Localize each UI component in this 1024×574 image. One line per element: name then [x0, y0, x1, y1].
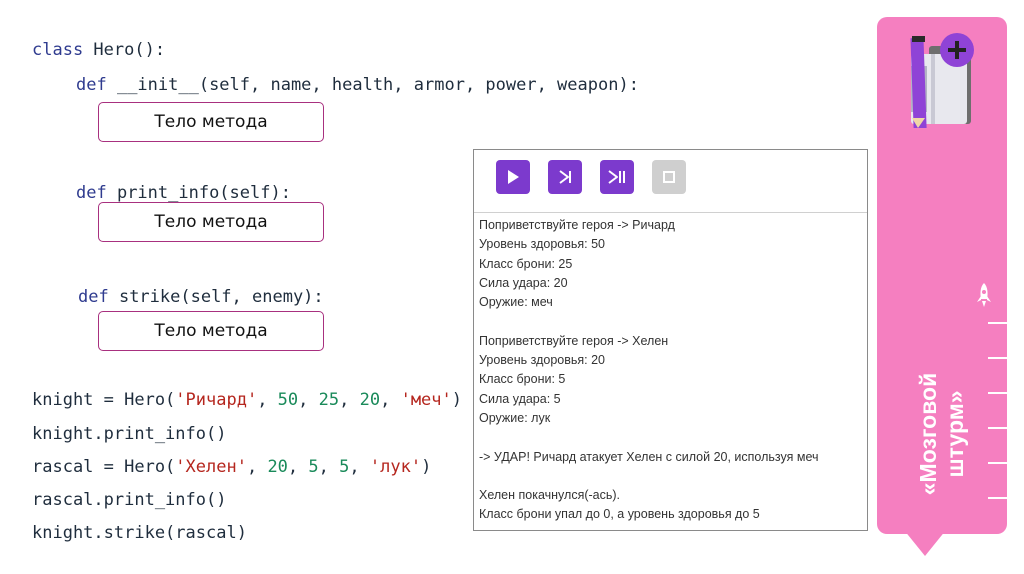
run-button[interactable]: [496, 160, 530, 194]
rocket-icon: [977, 283, 991, 307]
console-output: Поприветствуйте героя -> Ричард Уровень з…: [479, 216, 865, 525]
console-line: -> УДАР! Ричард атакует Хелен с силой 20…: [479, 449, 819, 464]
code-text: ,: [380, 390, 401, 410]
sidebar-title-line: штурм»: [942, 390, 968, 478]
console-line: Уровень здоровья: 50: [479, 237, 606, 252]
method-body-box: Тело метода: [98, 202, 324, 242]
code-line-rascal-create: rascal = Hero('Хелен', 20, 5, 5, 'лук'): [32, 457, 431, 477]
code-line-init: def __init__(self, name, health, armor, …: [76, 75, 639, 95]
code-text: ,: [339, 390, 360, 410]
code-text: Hero():: [83, 40, 166, 60]
keyword: def: [76, 75, 107, 95]
console-line: Поприветствуйте героя -> Хелен: [479, 333, 669, 348]
string-literal: 'меч': [400, 390, 452, 410]
notebook-pencil-plus-icon: [910, 33, 974, 128]
sidebar-title-line: «Мозговой: [915, 372, 941, 496]
code-line-knight-strike: knight.strike(rascal): [32, 523, 247, 543]
number-literal: 25: [318, 390, 340, 410]
console-panel: Поприветствуйте героя -> Ричард Уровень з…: [473, 149, 868, 531]
keyword: def: [76, 183, 107, 203]
sidebar-pointer: [904, 530, 946, 556]
stop-icon: [663, 171, 675, 183]
console-line: Сила удара: 20: [479, 275, 568, 290]
play-icon: [508, 170, 519, 184]
string-literal: 'Ричард': [175, 390, 258, 410]
console-line: Поприветствуйте героя -> Ричард: [479, 218, 675, 232]
number-literal: 5: [339, 457, 350, 477]
keyword: def: [78, 287, 109, 307]
sidebar-title: «Мозговой штурм»: [915, 373, 969, 495]
step-icon: [559, 170, 571, 184]
code-text: ): [451, 390, 463, 410]
keyword: class: [32, 40, 84, 60]
ruler-tick: [988, 357, 1007, 359]
console-line: Оружие: меч: [479, 295, 553, 310]
console-line: Сила удара: 5: [479, 391, 561, 406]
number-literal: 50: [277, 390, 299, 410]
code-line-knight-info: knight.print_info(): [32, 424, 227, 444]
console-line: Класс брони упал до 0, а уровень здоровь…: [479, 507, 760, 522]
ruler-tick: [988, 322, 1007, 324]
console-line: Оружие: лук: [479, 410, 551, 425]
code-line-strike: def strike(self, enemy):: [78, 287, 324, 307]
number-literal: 20: [267, 457, 288, 477]
code-line-knight-create: knight = Hero('Ричард', 50, 25, 20, 'меч…: [32, 390, 462, 410]
string-literal: 'лук': [369, 457, 422, 477]
string-literal: 'Хелен': [175, 457, 247, 477]
console-line: Уровень здоровья: 20: [479, 353, 606, 368]
step-over-icon: [608, 170, 625, 184]
console-line: Класс брони: 25: [479, 256, 573, 271]
code-text: __init__(self, name, health, armor, powe…: [106, 75, 639, 95]
code-text: print_info(self):: [106, 183, 291, 203]
step-over-button[interactable]: [600, 160, 634, 194]
code-text: ,: [349, 457, 370, 477]
method-body-box: Тело метода: [98, 311, 324, 351]
method-body-box: Тело метода: [98, 102, 324, 142]
code-text: ,: [257, 390, 278, 410]
code-text: knight = Hero(: [32, 390, 176, 410]
ruler-tick: [988, 427, 1007, 429]
stop-button[interactable]: [652, 160, 686, 194]
ruler-tick: [988, 497, 1007, 499]
ruler-tick: [988, 462, 1007, 464]
code-line-rascal-info: rascal.print_info(): [32, 490, 227, 510]
number-literal: 5: [308, 457, 319, 477]
ruler-tick: [988, 392, 1007, 394]
code-text: rascal = Hero(: [32, 457, 176, 477]
code-text: ,: [246, 457, 268, 477]
code-text: ): [421, 457, 432, 477]
code-line-print-info: def print_info(self):: [76, 183, 291, 203]
code-text: ,: [318, 457, 340, 477]
code-text: strike(self, enemy):: [108, 287, 324, 307]
code-text: ,: [287, 457, 309, 477]
code-text: ,: [298, 390, 319, 410]
code-line-class: class Hero():: [32, 40, 165, 60]
console-line: Хелен покачнулся(-ась).: [479, 488, 621, 503]
console-line: Класс брони: 5: [479, 372, 566, 387]
step-button[interactable]: [548, 160, 582, 194]
console-toolbar: [474, 150, 867, 213]
number-literal: 20: [359, 390, 381, 410]
